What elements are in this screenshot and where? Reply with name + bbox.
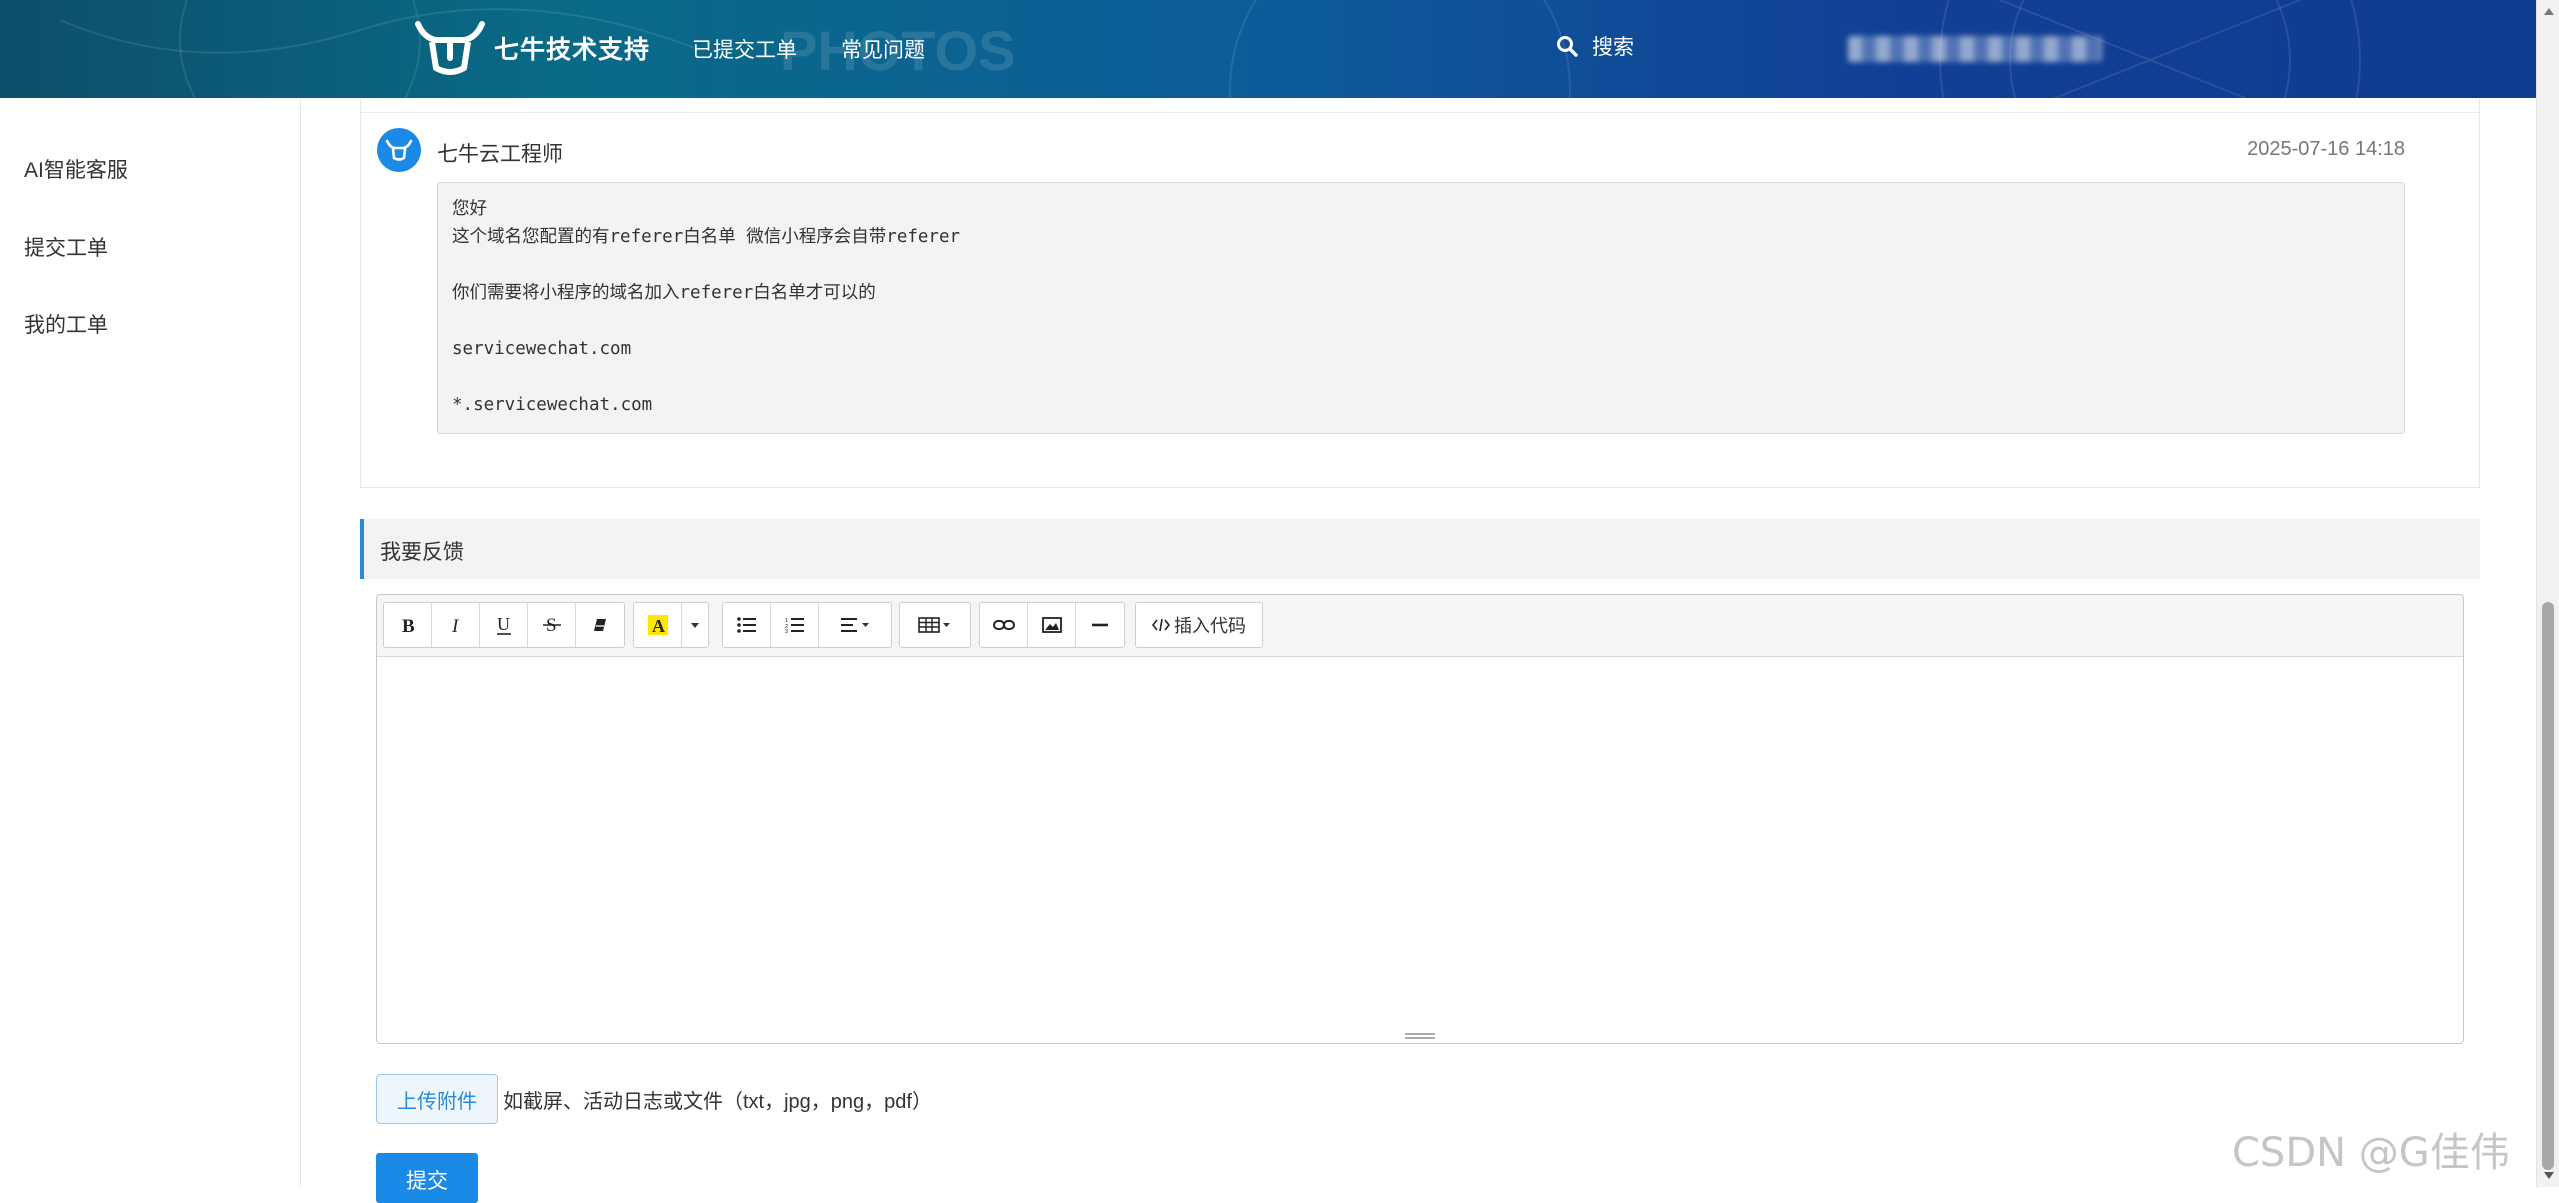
sidebar-item-ai-service[interactable]: AI智能客服 — [24, 154, 128, 184]
reply-line — [452, 363, 2390, 391]
reply-line — [452, 251, 2390, 279]
text-style-group: B I U S — [383, 602, 625, 648]
feedback-title: 我要反馈 — [380, 541, 464, 564]
sidebar-item-submit-ticket[interactable]: 提交工单 — [24, 232, 108, 262]
code-group: 插入代码 — [1135, 602, 1263, 648]
horizontal-rule-icon — [1092, 623, 1108, 627]
svg-text:3: 3 — [785, 629, 788, 633]
caret-down-icon — [691, 623, 699, 628]
list-group: 123 — [722, 602, 892, 648]
italic-button[interactable]: I — [432, 603, 480, 647]
brand-logo[interactable]: 七牛技术支持 — [414, 20, 650, 76]
svg-text:A: A — [652, 616, 665, 636]
code-icon — [1152, 618, 1170, 632]
left-sidebar: AI智能客服 提交工单 我的工单 — [0, 98, 301, 1187]
reply-line: 你们需要将小程序的域名加入referer白名单才可以的 — [452, 283, 876, 303]
insert-code-label: 插入代码 — [1174, 616, 1246, 636]
reply-author: 七牛云工程师 — [437, 143, 563, 166]
vertical-scrollbar[interactable] — [2536, 0, 2559, 1187]
header-search[interactable]: 搜索 — [1556, 31, 1634, 61]
upload-attachment-button[interactable]: 上传附件 — [376, 1074, 498, 1124]
eraser-icon — [594, 619, 606, 631]
numbered-list-icon: 123 — [785, 618, 804, 633]
strikethrough-icon: S — [542, 615, 561, 636]
insert-image-button[interactable] — [1028, 603, 1076, 647]
avatar — [377, 128, 421, 172]
numbered-list-button[interactable]: 123 — [771, 603, 819, 647]
brand-name: 七牛技术支持 — [494, 36, 651, 64]
highlight-color-button[interactable]: A — [634, 603, 682, 647]
reply-line: 这个域名您配置的有referer白名单 微信小程序会自带referer — [452, 227, 961, 247]
scroll-down-arrow-icon[interactable] — [2544, 1172, 2554, 1179]
upload-hint-text: 如截屏、活动日志或文件（txt，jpg，png，pdf） — [503, 1091, 932, 1113]
svg-text:U: U — [497, 614, 510, 634]
submit-button[interactable]: 提交 — [376, 1153, 478, 1203]
divider — [361, 112, 2479, 113]
reply-line: 您好 — [452, 199, 487, 219]
svg-text:I: I — [451, 616, 460, 635]
link-icon — [992, 620, 1015, 630]
highlight-dropdown-button[interactable] — [682, 603, 708, 647]
qiniu-bull-icon — [415, 21, 485, 75]
nav-submitted-tickets[interactable]: 已提交工单 — [692, 34, 797, 64]
table-group — [899, 602, 971, 648]
main-nav: 已提交工单 常见问题 — [692, 34, 925, 64]
reply-line — [452, 307, 2390, 335]
insert-group — [979, 602, 1125, 648]
strikethrough-button[interactable]: S — [528, 603, 576, 647]
image-icon — [1041, 617, 1062, 633]
feedback-section-header: 我要反馈 — [360, 519, 2480, 579]
reply-timestamp: 2025-07-16 14:18 — [2247, 138, 2405, 160]
align-dropdown-button[interactable] — [819, 603, 891, 647]
scrollbar-thumb[interactable] — [2542, 602, 2554, 1170]
align-left-icon — [841, 618, 869, 632]
highlight-icon: A — [647, 615, 668, 636]
nav-faq[interactable]: 常见问题 — [841, 34, 925, 64]
editor-resize-handle[interactable] — [1405, 1033, 1435, 1039]
bold-button[interactable]: B — [384, 603, 432, 647]
table-icon — [918, 617, 950, 633]
horizontal-rule-button[interactable] — [1076, 603, 1124, 647]
search-icon — [1557, 36, 1578, 57]
clear-format-button[interactable] — [576, 603, 624, 647]
editor-content-area[interactable] — [377, 657, 2463, 1035]
italic-icon: I — [451, 616, 460, 635]
scroll-up-arrow-icon[interactable] — [2544, 8, 2554, 15]
reply-line: servicewechat.com — [452, 339, 632, 359]
underline-icon: U — [496, 614, 511, 635]
rich-text-editor: B I U S A 1 2 3 插入代码 — [376, 594, 2464, 1044]
underline-button[interactable]: U — [480, 603, 528, 647]
top-header: PHOTOS 七牛技术支持 已提交工单 常见问题 搜索 — [0, 0, 2536, 98]
insert-code-button[interactable]: 插入代码 — [1136, 603, 1262, 647]
editor-toolbar: B I U S A 1 2 3 插入代码 — [377, 595, 2463, 657]
table-dropdown-button[interactable] — [900, 603, 970, 647]
bullet-list-icon — [736, 617, 756, 633]
search-label: 搜索 — [1592, 36, 1634, 59]
reply-line: *.servicewechat.com — [452, 395, 653, 415]
user-account-blurred[interactable] — [1848, 36, 2102, 62]
engineer-reply-card: 七牛云工程师 2025-07-16 14:18 您好 这个域名您配置的有refe… — [360, 98, 2480, 488]
reply-message-body: 您好 这个域名您配置的有referer白名单 微信小程序会自带referer 你… — [437, 182, 2405, 434]
qiniu-bull-icon — [385, 139, 413, 161]
csdn-watermark: CSDN @G佳伟 — [2232, 1130, 2510, 1176]
bold-icon: B — [402, 616, 415, 635]
color-group: A — [633, 602, 709, 648]
header-background-decoration: PHOTOS — [59, 0, 2361, 98]
svg-text:B: B — [402, 616, 415, 635]
bullet-list-button[interactable] — [723, 603, 771, 647]
insert-link-button[interactable] — [980, 603, 1028, 647]
sidebar-item-my-tickets[interactable]: 我的工单 — [24, 309, 108, 339]
